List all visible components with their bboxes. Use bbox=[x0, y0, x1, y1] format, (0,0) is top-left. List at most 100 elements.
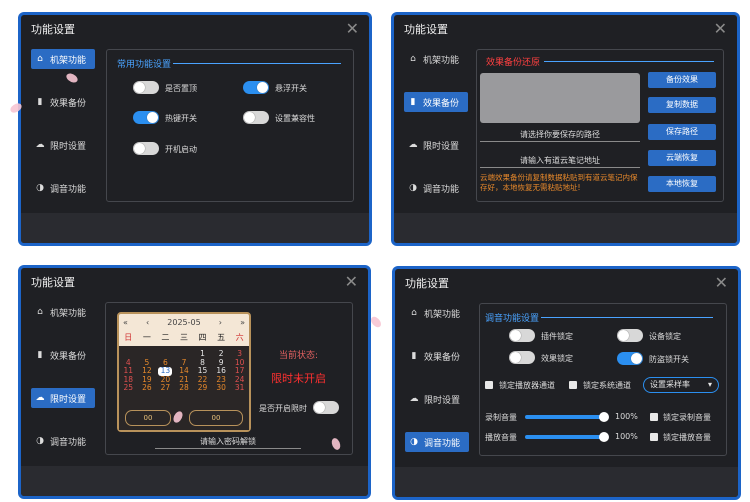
toggle-effect-lock[interactable] bbox=[509, 351, 535, 364]
cloud-restore-button[interactable]: 云端恢复 bbox=[648, 150, 716, 166]
calendar-day[interactable]: 29 bbox=[196, 383, 210, 393]
window-title: 功能设置 bbox=[404, 23, 448, 36]
calendar-row: 25 26 27 28 29 30 31 bbox=[119, 383, 249, 393]
calendar-day[interactable]: 26 bbox=[140, 383, 154, 393]
checkbox-label: 锁定录制音量 bbox=[663, 413, 711, 422]
save-path-button[interactable]: 保存路径 bbox=[648, 124, 716, 140]
sidebar-item-label: 限时设置 bbox=[50, 394, 87, 405]
copy-data-button[interactable]: 复制数据 bbox=[648, 97, 716, 113]
backup-effect-button[interactable]: 备份效果 bbox=[648, 72, 716, 88]
contrast-icon: ◑ bbox=[36, 436, 44, 446]
sidebar-item-tuning[interactable]: ◑ 调音功能 bbox=[31, 178, 95, 198]
toggle-hotkey[interactable] bbox=[133, 111, 159, 124]
toggle-label: 悬浮开关 bbox=[275, 84, 307, 93]
close-icon[interactable]: ✕ bbox=[714, 21, 727, 37]
toggle-startup[interactable] bbox=[133, 142, 159, 155]
sidebar-item-timer[interactable]: ☁ 限时设置 bbox=[31, 135, 95, 155]
sidebar-item-timer[interactable]: ☁ 限时设置 bbox=[405, 389, 469, 409]
sidebar-item-rack[interactable]: ⌂ 机架功能 bbox=[31, 302, 95, 322]
sidebar-item-backup[interactable]: ▮ 效果备份 bbox=[31, 345, 95, 365]
sidebar-item-backup[interactable]: ▮ 效果备份 bbox=[405, 346, 469, 366]
section-title: 效果备份还原 bbox=[486, 58, 541, 68]
timer-toggle[interactable] bbox=[313, 401, 339, 414]
checkbox-player-channel[interactable] bbox=[485, 381, 493, 389]
calendar-day[interactable]: 27 bbox=[158, 383, 172, 393]
next-month-icon[interactable]: › bbox=[219, 318, 222, 327]
toggle-label: 是否置顶 bbox=[165, 84, 197, 93]
timer-toggle-label: 是否开启限时 bbox=[259, 404, 307, 413]
checkbox-playback-volume[interactable] bbox=[650, 433, 658, 441]
hour-input[interactable]: 00 bbox=[125, 410, 171, 426]
toggle-label: 设置兼容性 bbox=[275, 114, 315, 123]
sidebar: ⌂ 机架功能 ▮ 效果备份 ☁ 限时设置 ◑ 调音功能 bbox=[31, 49, 95, 221]
save-path-field[interactable]: 请选择你要保存的路径 bbox=[480, 129, 640, 142]
toggle-compatibility[interactable] bbox=[243, 111, 269, 124]
home-icon: ⌂ bbox=[411, 308, 417, 318]
title-bar: 功能设置 ✕ bbox=[21, 15, 369, 43]
section-divider bbox=[541, 317, 713, 318]
close-icon[interactable]: ✕ bbox=[346, 21, 359, 37]
record-volume-slider[interactable] bbox=[525, 412, 609, 422]
sidebar-item-tuning[interactable]: ◑ 调音功能 bbox=[31, 431, 95, 451]
weekday: 四 bbox=[198, 332, 207, 342]
sidebar-item-backup[interactable]: ▮ 效果备份 bbox=[31, 92, 95, 112]
footer-strip bbox=[395, 467, 738, 497]
sidebar-item-tuning[interactable]: ◑ 调音功能 bbox=[405, 432, 469, 452]
home-icon: ⌂ bbox=[37, 54, 43, 64]
close-icon[interactable]: ✕ bbox=[345, 274, 358, 290]
prev-year-icon[interactable]: « bbox=[123, 318, 128, 327]
sidebar: ⌂ 机架功能 ▮ 效果备份 ☁ 限时设置 ◑ 调音功能 bbox=[405, 303, 469, 475]
slider-thumb[interactable] bbox=[599, 432, 609, 442]
toggle-antitheft[interactable] bbox=[617, 352, 643, 365]
status-label: 当前状态: bbox=[279, 351, 319, 361]
sidebar-item-timer[interactable]: ☁ 限时设置 bbox=[31, 388, 95, 408]
section-divider bbox=[544, 61, 714, 62]
sidebar-item-label: 机架功能 bbox=[423, 55, 460, 66]
settings-panel-rack: 功能设置 ✕ ⌂ 机架功能 ▮ 效果备份 ☁ 限时设置 ◑ 调音功能 常用功能设置 是否… bbox=[21, 15, 369, 243]
sidebar-item-label: 机架功能 bbox=[50, 55, 87, 66]
sidebar-item-rack[interactable]: ⌂ 机架功能 bbox=[405, 303, 469, 323]
sidebar-item-rack[interactable]: ⌂ 机架功能 bbox=[404, 49, 468, 69]
backup-tip: 云端效果备份请复制数据粘贴到有道云笔记内保存好，本地恢复无需粘贴地址! bbox=[480, 173, 638, 192]
prev-month-icon[interactable]: ‹ bbox=[146, 318, 149, 327]
toggle-device-lock[interactable] bbox=[617, 329, 643, 342]
sidebar-item-tuning[interactable]: ◑ 调音功能 bbox=[404, 178, 468, 198]
next-year-icon[interactable]: » bbox=[240, 318, 245, 327]
window-title: 功能设置 bbox=[31, 276, 75, 289]
calendar-day[interactable]: 28 bbox=[177, 383, 191, 393]
backup-preview bbox=[480, 73, 640, 123]
toggle-floating[interactable] bbox=[243, 81, 269, 94]
toggle-always-on-top[interactable] bbox=[133, 81, 159, 94]
slider-label: 录制音量 bbox=[485, 413, 517, 422]
close-icon[interactable]: ✕ bbox=[715, 275, 728, 291]
title-bar: 功能设置 ✕ bbox=[394, 15, 737, 43]
password-field[interactable]: 请输入密码解锁 bbox=[155, 436, 301, 449]
toggle-plugin-lock[interactable] bbox=[509, 329, 535, 342]
slider-thumb[interactable] bbox=[599, 412, 609, 422]
slider-value: 100% bbox=[615, 432, 638, 441]
sidebar-item-rack[interactable]: ⌂ 机架功能 bbox=[31, 49, 95, 69]
note-url-field[interactable]: 请输入有道云笔记地址 bbox=[480, 155, 640, 168]
sidebar-item-timer[interactable]: ☁ 限时设置 bbox=[404, 135, 468, 155]
toggle-label: 插件锁定 bbox=[541, 332, 573, 341]
sidebar-item-label: 调音功能 bbox=[423, 184, 460, 195]
section-title: 调音功能设置 bbox=[485, 314, 540, 324]
calendar-day[interactable]: 31 bbox=[233, 383, 247, 393]
petal-decoration bbox=[369, 314, 383, 330]
playback-volume-slider[interactable] bbox=[525, 432, 609, 442]
calendar-header: « ‹ 2025-05 › » bbox=[119, 314, 249, 330]
sample-rate-select[interactable]: 设置采样率 ▾ bbox=[643, 377, 719, 393]
toggle-label: 热键开关 bbox=[165, 114, 197, 123]
calendar-day[interactable]: 30 bbox=[214, 383, 228, 393]
local-restore-button[interactable]: 本地恢复 bbox=[648, 176, 716, 192]
bar-chart-icon: ▮ bbox=[411, 351, 417, 361]
sidebar-item-backup[interactable]: ▮ 效果备份 bbox=[404, 92, 468, 112]
calendar-day[interactable]: 25 bbox=[121, 383, 135, 393]
sidebar-item-label: 限时设置 bbox=[424, 395, 461, 406]
cloud-icon: ☁ bbox=[35, 393, 45, 403]
minute-input[interactable]: 00 bbox=[189, 410, 243, 426]
checkbox-record-volume[interactable] bbox=[650, 413, 658, 421]
footer-strip bbox=[394, 213, 737, 243]
checkbox-system-channel[interactable] bbox=[569, 381, 577, 389]
sidebar-item-label: 机架功能 bbox=[50, 308, 87, 319]
